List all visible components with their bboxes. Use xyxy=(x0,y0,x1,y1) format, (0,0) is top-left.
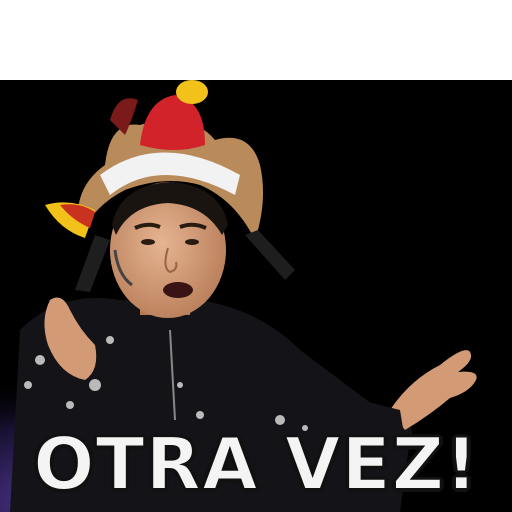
mouth xyxy=(163,282,193,298)
left-eye xyxy=(141,239,155,245)
caption-text: OTRA VEZ! xyxy=(32,422,479,506)
right-eye xyxy=(185,239,199,245)
hat-turkey-head xyxy=(176,80,208,104)
sticker-image: OTRA VEZ! xyxy=(0,0,512,512)
